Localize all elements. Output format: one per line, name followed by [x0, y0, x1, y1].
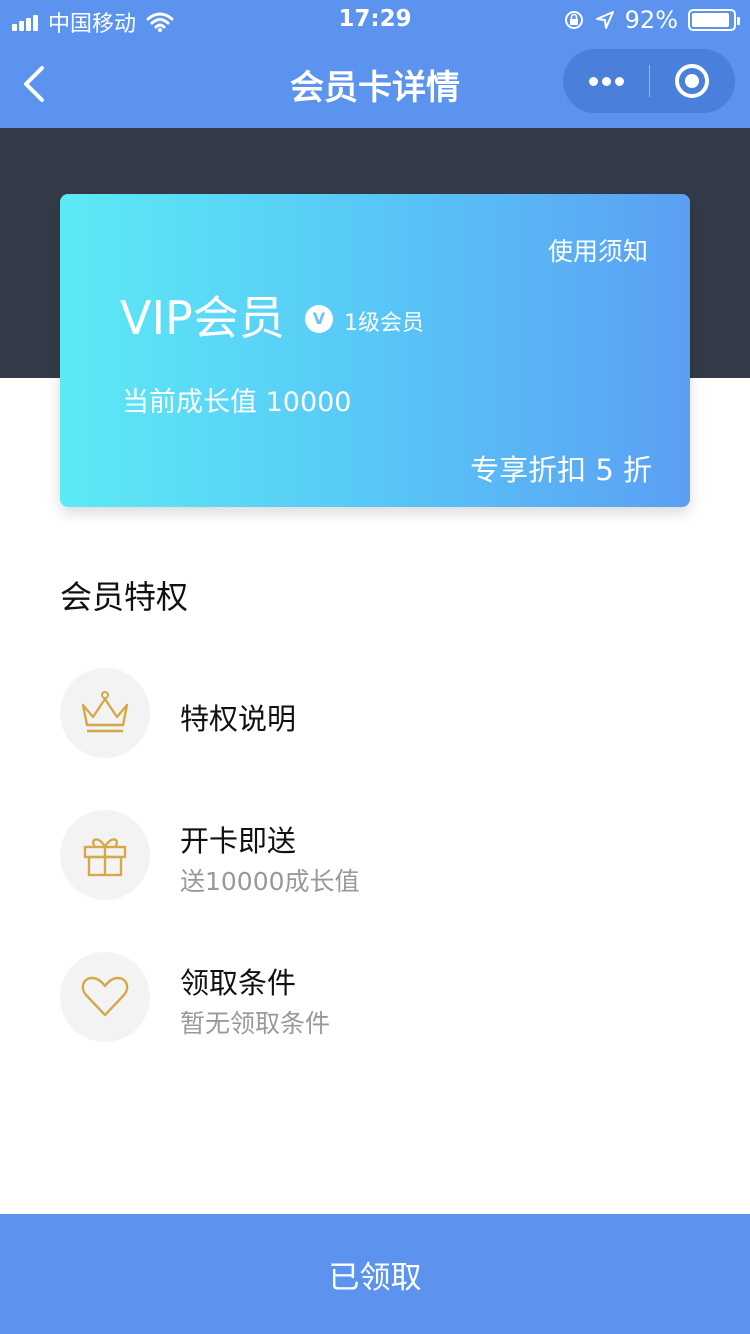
more-button[interactable]	[563, 49, 649, 113]
close-button[interactable]	[649, 49, 735, 113]
gift-icon	[83, 838, 127, 877]
perk-subtitle: 送10000成长值	[180, 867, 360, 896]
battery-icon	[688, 9, 740, 31]
back-arrow-icon[interactable]	[14, 62, 54, 106]
header: 中国移动 17:29 92% 会员卡详情	[0, 0, 750, 128]
verified-badge-icon: V	[305, 305, 333, 333]
mini-program-capsule	[563, 49, 735, 113]
location-arrow-icon	[595, 11, 614, 29]
growth-value: 当前成长值 10000	[122, 387, 352, 418]
rotation-lock-icon	[564, 11, 583, 29]
battery-percent: 92%	[624, 6, 678, 34]
heart-icon	[81, 976, 129, 1017]
member-level: 1级会员	[344, 311, 424, 336]
perk-subtitle: 暂无领取条件	[180, 1009, 331, 1038]
perk-item-condition[interactable]: 领取条件 暂无领取条件	[60, 952, 690, 1044]
perk-item-gift[interactable]: 开卡即送 送10000成长值	[60, 810, 690, 902]
perk-item-privilege[interactable]: 特权说明	[60, 668, 690, 760]
usage-notice-link[interactable]: 使用须知	[548, 232, 648, 268]
perk-title: 领取条件	[180, 966, 297, 1000]
perk-title: 开卡即送	[180, 824, 297, 858]
crown-icon	[81, 691, 129, 733]
navigation-bar: 会员卡详情	[0, 40, 750, 128]
claimed-button[interactable]: 已领取	[0, 1214, 750, 1334]
status-bar: 中国移动 17:29 92%	[0, 0, 750, 40]
member-card: 使用须知 VIP会员 V 1级会员 当前成长值 10000 专享折扣 5 折	[60, 194, 690, 507]
card-title: VIP会员	[120, 291, 285, 345]
section-title: 会员特权	[60, 578, 189, 616]
discount-label: 专享折扣 5 折	[470, 453, 652, 487]
perk-title: 特权说明	[180, 702, 297, 736]
